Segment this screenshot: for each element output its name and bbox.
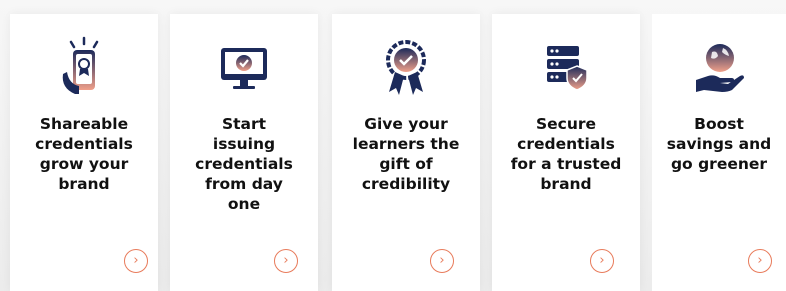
card-arrow-button[interactable]: › (124, 249, 148, 273)
phone-certificate-icon (10, 36, 158, 106)
card-arrow-button[interactable]: › (430, 249, 454, 273)
feature-card-boost-savings[interactable]: Boost savings and go greener › (652, 14, 786, 291)
hand-globe-icon (652, 36, 786, 106)
feature-card-secure[interactable]: Secure credentials for a trusted brand › (492, 14, 640, 291)
card-arrow-button[interactable]: › (274, 249, 298, 273)
card-arrow-button[interactable]: › (590, 249, 614, 273)
card-title: Start issuing credentials from day one (195, 115, 293, 213)
card-title: Boost savings and go greener (666, 115, 772, 173)
monitor-check-icon (170, 36, 318, 106)
card-title: Shareable credentials grow your brand (35, 115, 133, 193)
card-title: Give your learners the gift of credibility (352, 115, 460, 193)
card-arrow-button[interactable]: › (748, 249, 772, 273)
feature-card-shareable[interactable]: Shareable credentials grow your brand › (10, 14, 158, 291)
feature-card-give-learners[interactable]: Give your learners the gift of credibility … (332, 14, 480, 291)
card-title: Secure credentials for a trusted brand (510, 115, 622, 193)
server-shield-icon (492, 36, 640, 106)
feature-card-start-issuing[interactable]: Start issuing credentials from day one › (170, 14, 318, 291)
award-ribbon-icon (332, 36, 480, 106)
